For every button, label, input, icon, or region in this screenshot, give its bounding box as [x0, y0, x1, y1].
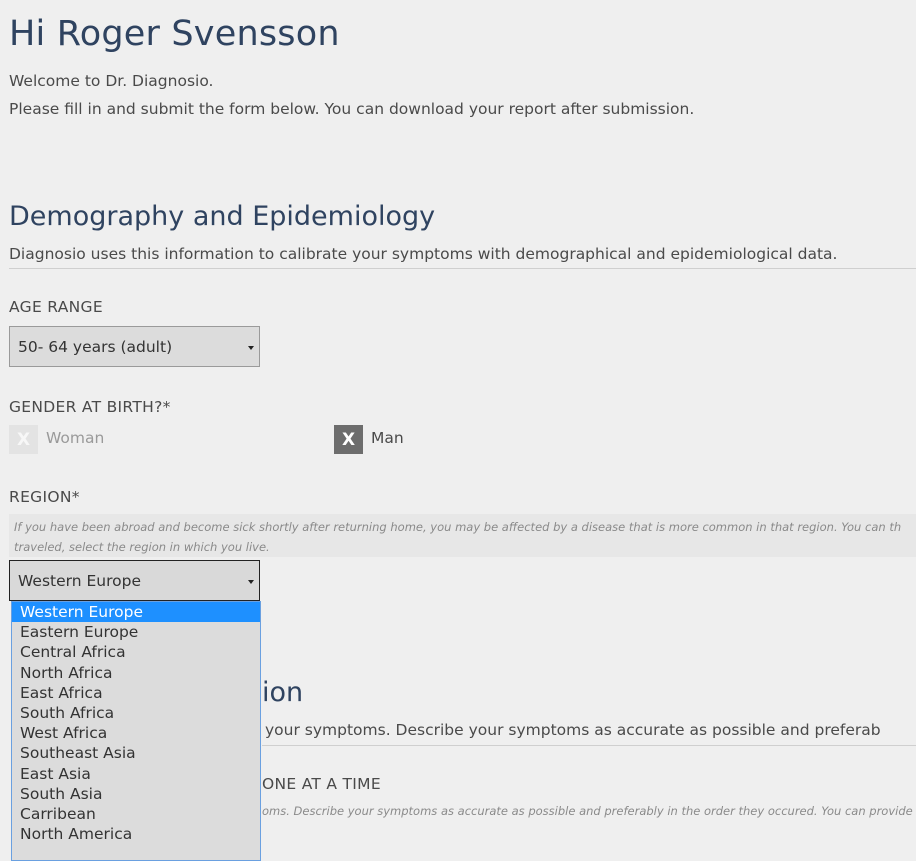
gender-woman-label[interactable]: Woman — [46, 429, 104, 447]
region-option[interactable]: Central Africa — [12, 642, 260, 662]
region-hint: If you have been abroad and become sick … — [9, 514, 916, 557]
checkbox-mark: X — [16, 429, 31, 450]
region-option[interactable]: Southeast Asia — [12, 743, 260, 763]
region-option[interactable]: North Africa — [12, 663, 260, 683]
region-option[interactable]: Western Europe — [12, 602, 260, 623]
region-value: Western Europe — [18, 571, 142, 590]
gender-man-label[interactable]: Man — [371, 429, 404, 447]
instructions-text: Please fill in and submit the form below… — [9, 100, 695, 118]
section-title-symptoms-fragment: ion — [262, 677, 304, 708]
welcome-text: Welcome to Dr. Diagnosio. — [9, 72, 214, 90]
section-description-symptoms-fragment: your symptoms. Describe your symptoms as… — [265, 721, 881, 739]
region-hint-line2: traveled, select the region in which you… — [14, 540, 270, 554]
region-hint-line1: If you have been abroad and become sick … — [14, 520, 902, 534]
gender-label: GENDER AT BIRTH?* — [9, 398, 171, 416]
page-title: Hi Roger Svensson — [9, 14, 340, 54]
checkbox-mark: X — [341, 429, 356, 450]
chevron-down-icon — [248, 579, 254, 584]
section-divider — [262, 745, 916, 746]
region-label: REGION* — [9, 488, 80, 506]
region-option[interactable]: South Africa — [12, 703, 260, 723]
region-option[interactable]: West Africa — [12, 723, 260, 743]
region-option[interactable]: East Africa — [12, 683, 260, 703]
section-divider — [9, 268, 916, 269]
region-option[interactable]: North America — [12, 824, 260, 844]
gender-man-checkbox[interactable]: X — [334, 425, 363, 454]
region-option[interactable]: South Asia — [12, 784, 260, 804]
section-description-demography: Diagnosio uses this information to calib… — [9, 245, 838, 263]
age-range-label: AGE RANGE — [9, 298, 103, 316]
symptom-entry-label-fragment: ONE AT A TIME — [262, 775, 381, 793]
symptom-hint-fragment: oms. Describe your symptoms as accurate … — [262, 804, 913, 818]
age-range-select[interactable]: 50- 64 years (adult) — [9, 326, 260, 367]
region-option[interactable]: Carribean — [12, 804, 260, 824]
region-option[interactable]: East Asia — [12, 764, 260, 784]
chevron-down-icon — [248, 345, 254, 350]
region-dropdown-list[interactable]: Western Europe Eastern Europe Central Af… — [11, 601, 261, 861]
region-select[interactable]: Western Europe — [9, 560, 260, 601]
section-title-demography: Demography and Epidemiology — [9, 201, 436, 232]
region-option[interactable]: Eastern Europe — [12, 622, 260, 642]
age-range-value: 50- 64 years (adult) — [18, 337, 173, 356]
gender-woman-checkbox[interactable]: X — [9, 425, 38, 454]
